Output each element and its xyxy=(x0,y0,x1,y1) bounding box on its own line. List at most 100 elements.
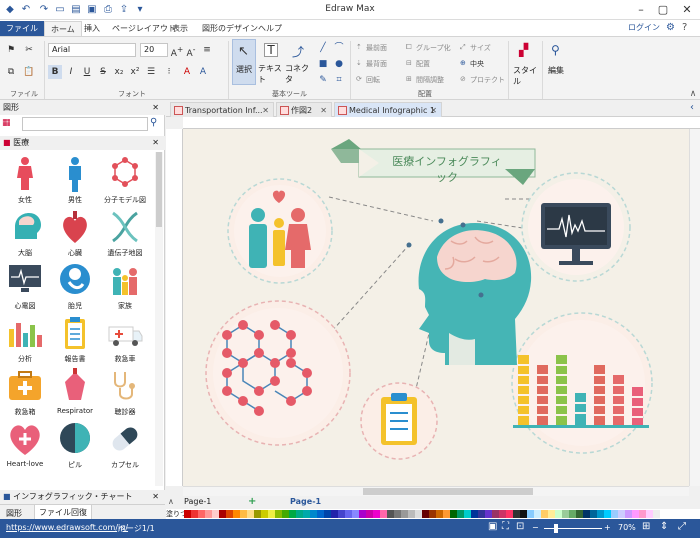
color-swatch[interactable] xyxy=(387,510,394,518)
color-swatch[interactable] xyxy=(583,510,590,518)
color-swatch[interactable] xyxy=(422,510,429,518)
tab-shapes[interactable]: 図形 xyxy=(6,508,22,519)
color-swatch[interactable] xyxy=(436,510,443,518)
color-swatch[interactable] xyxy=(247,510,254,518)
rotate-button[interactable]: 回転 xyxy=(366,75,380,85)
copy-icon[interactable]: ⧉ xyxy=(4,65,18,79)
color-swatch[interactable] xyxy=(478,510,485,518)
color-swatch[interactable] xyxy=(261,510,268,518)
symbol-brain[interactable]: 大脳 xyxy=(0,209,50,258)
bullets-icon[interactable]: ⁝ xyxy=(162,65,176,79)
color-swatch[interactable] xyxy=(212,510,219,518)
color-swatch[interactable] xyxy=(324,510,331,518)
panel-scroll-thumb[interactable] xyxy=(156,152,162,227)
color-swatch[interactable] xyxy=(289,510,296,518)
color-swatch[interactable] xyxy=(310,510,317,518)
settings-gear-icon[interactable]: ⚙ xyxy=(666,22,675,33)
tab-close-icon[interactable]: ✕ xyxy=(262,103,269,118)
login-link[interactable]: ログイン xyxy=(628,22,660,33)
ellipse-tool-icon[interactable]: ● xyxy=(332,57,346,71)
crop-tool-icon[interactable]: ⌗ xyxy=(332,73,346,87)
font-size-select[interactable]: 20 xyxy=(140,43,168,57)
color-swatch[interactable] xyxy=(443,510,450,518)
style-button[interactable]: ▞ スタイル xyxy=(512,39,540,95)
new-icon[interactable]: ⚑ xyxy=(4,43,18,57)
scroll-mode-icon[interactable]: ⇕ xyxy=(660,521,668,532)
symbol-analysis[interactable]: 分析 xyxy=(0,315,50,364)
color-swatch[interactable] xyxy=(457,510,464,518)
color-swatch[interactable] xyxy=(562,510,569,518)
symbol-heart-love[interactable]: Heart-love xyxy=(0,421,50,468)
color-swatch[interactable] xyxy=(282,510,289,518)
color-swatch[interactable] xyxy=(464,510,471,518)
color-swatch[interactable] xyxy=(632,510,639,518)
symbol-stethoscope[interactable]: 聴診器 xyxy=(100,368,150,417)
collapse-ribbon-icon[interactable]: ∧ xyxy=(686,87,700,101)
font-color-icon[interactable]: A xyxy=(180,65,194,79)
color-swatch[interactable] xyxy=(296,510,303,518)
palette-swatches[interactable] xyxy=(184,510,660,518)
align-objects-button[interactable]: 配置 xyxy=(416,59,430,69)
file-menu[interactable]: ファイル xyxy=(0,21,44,36)
color-swatch[interactable] xyxy=(625,510,632,518)
tabs-collapse-icon[interactable]: ‹ xyxy=(690,102,694,113)
symbol-pill[interactable]: ピル xyxy=(50,421,100,470)
color-swatch[interactable] xyxy=(415,510,422,518)
color-swatch[interactable] xyxy=(198,510,205,518)
color-swatch[interactable] xyxy=(380,510,387,518)
protect-button[interactable]: プロテクト xyxy=(470,75,505,85)
color-swatch[interactable] xyxy=(240,510,247,518)
color-swatch[interactable] xyxy=(219,510,226,518)
underline-button[interactable]: U xyxy=(80,65,94,79)
bring-front-button[interactable]: 最前面 xyxy=(366,43,387,53)
color-swatch[interactable] xyxy=(597,510,604,518)
shrink-font-icon[interactable]: A- xyxy=(184,43,198,59)
color-swatch[interactable] xyxy=(450,510,457,518)
color-swatch[interactable] xyxy=(317,510,324,518)
symbol-male[interactable]: 男性 xyxy=(50,156,100,205)
size-button[interactable]: サイズ xyxy=(470,43,491,53)
symbol-molecule[interactable]: 分子モデル図 xyxy=(100,156,150,205)
symbol-report[interactable]: 報告書 xyxy=(50,315,100,364)
color-swatch[interactable] xyxy=(275,510,282,518)
help-icon[interactable]: ? xyxy=(682,22,687,33)
head-brain[interactable] xyxy=(406,218,532,370)
color-swatch[interactable] xyxy=(485,510,492,518)
color-swatch[interactable] xyxy=(639,510,646,518)
library-icon[interactable]: ▦ xyxy=(2,118,18,130)
zoom-in-icon[interactable]: + xyxy=(604,523,611,532)
curve-tool-icon[interactable]: ⌒ xyxy=(332,41,346,55)
symbol-family[interactable]: 家族 xyxy=(100,262,150,311)
color-swatch[interactable] xyxy=(254,510,261,518)
center-button[interactable]: 中央 xyxy=(470,59,484,69)
symbol-ecg[interactable]: 心電図 xyxy=(0,262,50,311)
fit-page-icon[interactable]: ⊞ xyxy=(642,521,650,532)
symbol-heart[interactable]: 心臓 xyxy=(50,209,100,258)
color-swatch[interactable] xyxy=(303,510,310,518)
color-swatch[interactable] xyxy=(345,510,352,518)
page-dropdown[interactable]: Page-1 xyxy=(184,497,211,506)
symbol-fetus[interactable]: 胎児 xyxy=(50,262,100,311)
color-swatch[interactable] xyxy=(373,510,380,518)
doc-tab-transportation[interactable]: Transportation Inf... ✕ xyxy=(170,102,274,117)
tab-home[interactable]: ホーム xyxy=(44,21,82,36)
doc-tab-drawing2[interactable]: 作図2 ✕ xyxy=(276,102,332,117)
shape-search-input[interactable] xyxy=(22,117,148,131)
search-icon[interactable]: ⚲ xyxy=(150,117,157,128)
pen-tool-icon[interactable]: ✎ xyxy=(316,73,330,87)
color-swatch[interactable] xyxy=(184,510,191,518)
full-screen-icon[interactable]: ⛶ xyxy=(502,521,509,532)
tab-close-icon[interactable]: ✕ xyxy=(430,103,437,118)
rectangle-tool-icon[interactable]: ■ xyxy=(316,57,330,71)
color-swatch[interactable] xyxy=(268,510,275,518)
maximize-button[interactable]: ▢ xyxy=(656,3,670,17)
color-swatch[interactable] xyxy=(527,510,534,518)
canvas-horizontal-scrollbar[interactable] xyxy=(183,486,689,496)
subscript-button[interactable]: x₂ xyxy=(112,65,126,79)
zoom-slider[interactable] xyxy=(544,528,602,529)
fit-width-icon[interactable]: ⊡ xyxy=(516,521,524,532)
color-swatch[interactable] xyxy=(555,510,562,518)
strikethrough-button[interactable]: S xyxy=(96,65,110,79)
align-icon[interactable]: ≡ xyxy=(200,43,214,57)
symbol-respirator[interactable]: Respirator xyxy=(50,368,100,415)
